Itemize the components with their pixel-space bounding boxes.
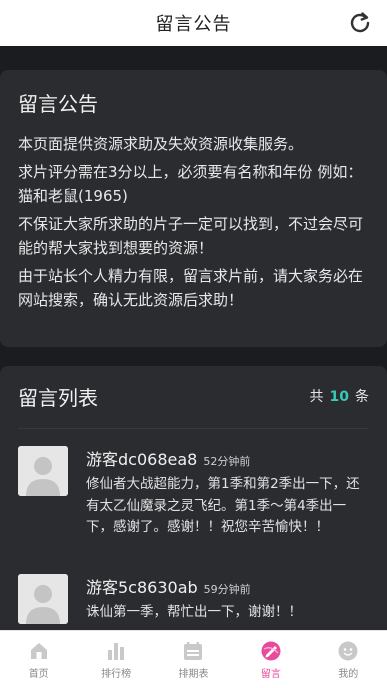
tab-label: 留言 xyxy=(260,668,281,680)
tab-schedule[interactable]: 排期表 xyxy=(155,640,232,680)
message-count: 共 10 条 xyxy=(310,386,369,406)
avatar xyxy=(18,446,68,496)
message-text: 修仙者大战超能力，第1季和第2季出一下，还有太乙仙魔录之灵飞纪。第1季～第4季出… xyxy=(86,476,360,535)
notice-paragraph: 由于站长个人精力有限，留言求片前，请大家务必在网站搜索，确认无此资源后求助！ xyxy=(18,266,364,310)
bottom-tab-bar: 首页 排行榜 排期表 留言 我的 xyxy=(0,630,387,688)
message-user: 游客5c8630ab 59分钟前 xyxy=(86,574,251,598)
tab-ranking[interactable]: 排行榜 xyxy=(78,640,155,680)
tab-label: 排期表 xyxy=(178,668,209,680)
message-user: 游客dc068ea8 52分钟前 xyxy=(86,446,250,470)
page-title: 留言公告 xyxy=(155,14,232,35)
profile-icon xyxy=(338,641,358,660)
tab-label: 首页 xyxy=(28,668,49,680)
count-suffix: 条 xyxy=(355,389,369,405)
username: 游客dc068ea8 xyxy=(86,450,198,469)
message-icon xyxy=(261,641,281,660)
notice-body: 本页面提供资源求助及失效资源收集服务。 求片评分需在3分以上，必须要有名称和年份… xyxy=(18,132,370,316)
top-bar: 留言公告 xyxy=(0,0,387,46)
tab-profile[interactable]: 我的 xyxy=(310,640,387,680)
count-prefix: 共 xyxy=(309,389,324,405)
notice-card: 留言公告 本页面提供资源求助及失效资源收集服务。 求片评分需在3分以上，必须要有… xyxy=(0,70,387,347)
tab-label: 排行榜 xyxy=(101,668,132,680)
message-list-title: 留言列表 xyxy=(18,386,98,410)
tab-home[interactable]: 首页 xyxy=(0,640,77,680)
username: 游客5c8630ab xyxy=(86,578,198,597)
tab-label: 我的 xyxy=(338,668,359,680)
notice-paragraph: 不保证大家所求助的片子一定可以找到，不过会尽可能的帮大家找到想要的资源！ xyxy=(18,214,364,258)
home-icon xyxy=(30,642,47,659)
user-placeholder-icon xyxy=(18,574,68,624)
message-time: 52分钟前 xyxy=(203,455,251,468)
ranking-icon xyxy=(108,642,125,660)
tab-messages[interactable]: 留言 xyxy=(232,640,309,680)
refresh-icon[interactable] xyxy=(347,10,373,36)
schedule-icon xyxy=(184,641,203,660)
avatar xyxy=(18,574,68,624)
message-text: 诛仙第一季，帮忙出一下，谢谢！！ xyxy=(86,604,302,620)
notice-paragraph: 求片评分需在3分以上，必须要有名称和年份 例如：猫和老鼠(1965) xyxy=(18,162,363,206)
notice-paragraph: 本页面提供资源求助及失效资源收集服务。 xyxy=(18,135,304,153)
message-time: 59分钟前 xyxy=(203,583,251,596)
notice-title: 留言公告 xyxy=(18,92,98,116)
divider xyxy=(18,428,369,429)
user-placeholder-icon xyxy=(18,446,68,496)
count-number: 10 xyxy=(329,389,349,405)
